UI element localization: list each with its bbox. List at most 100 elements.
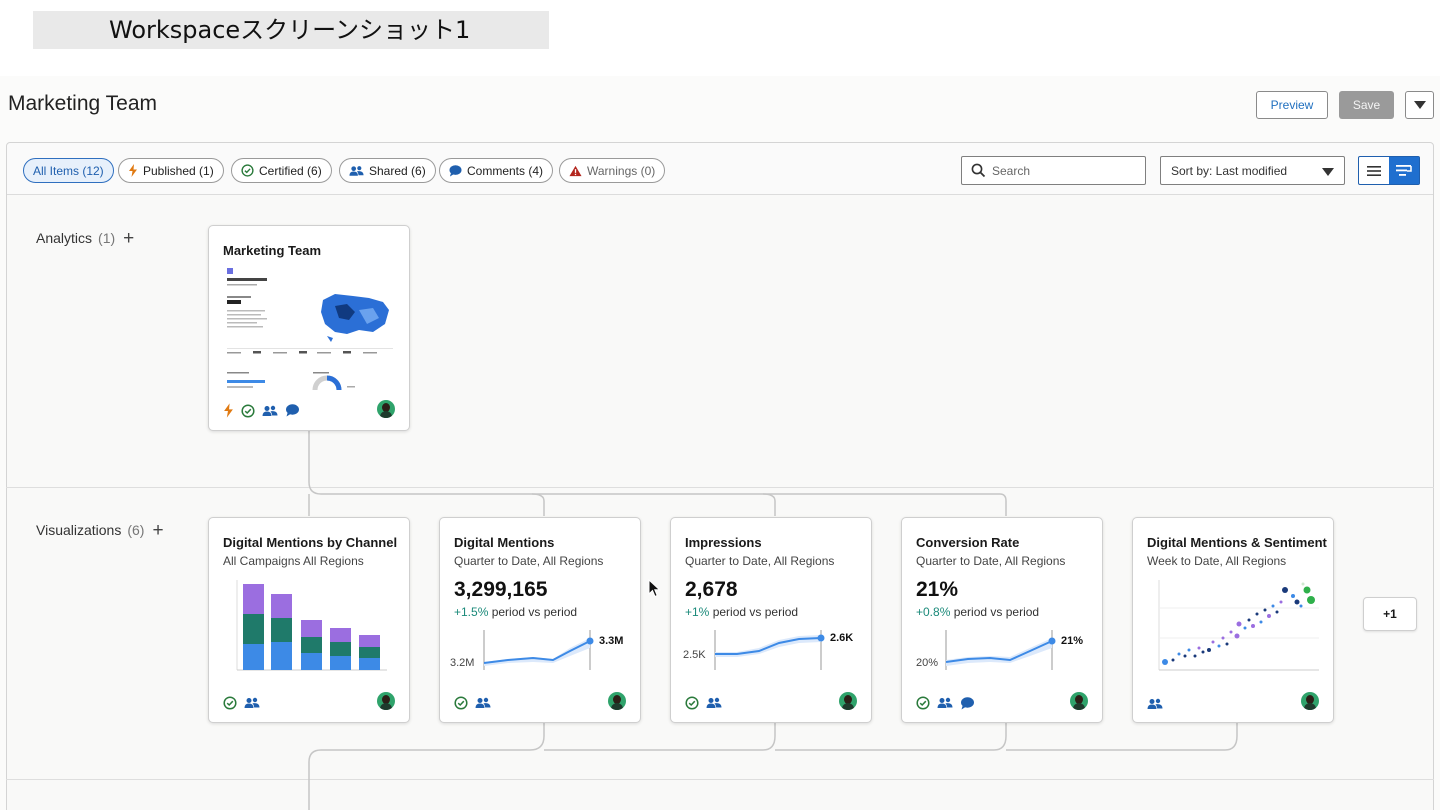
more-options-button[interactable] <box>1405 91 1434 119</box>
avatar <box>377 400 395 418</box>
sparkline-end-label: 21% <box>1061 635 1083 647</box>
card-title: Digital Mentions by Channel <box>223 535 398 550</box>
delta-label: period vs period <box>712 605 799 619</box>
check-circle-icon <box>685 696 699 710</box>
view-toggle <box>1358 156 1420 185</box>
comment-icon <box>286 404 299 417</box>
sort-dropdown[interactable]: Sort by: Last modified <box>1160 156 1345 185</box>
card-title: Marketing Team <box>223 243 322 258</box>
delta-value: +1.5% <box>454 605 489 619</box>
sparkline-start-label: 2.5K <box>683 649 706 661</box>
check-circle-icon <box>454 696 468 710</box>
dashboard-thumbnail <box>227 268 393 391</box>
analytics-card[interactable]: Marketing Team <box>208 225 410 431</box>
users-icon <box>262 405 278 416</box>
filter-warnings[interactable]: Warnings (0) <box>559 158 666 183</box>
users-icon <box>244 697 260 708</box>
save-button[interactable]: Save <box>1339 91 1394 119</box>
sort-value: Sort by: Last modified <box>1171 163 1288 178</box>
viz-card-conversion-rate[interactable]: Conversion Rate Quarter to Date, All Reg… <box>901 517 1103 723</box>
screenshot-caption: Workspaceスクリーンショット1 <box>33 11 549 49</box>
chevron-down-icon <box>1322 168 1334 176</box>
section-divider <box>6 487 1434 488</box>
card-subtitle: Quarter to Date, All Regions <box>916 554 1066 568</box>
users-icon <box>1147 698 1163 709</box>
users-icon <box>937 697 953 708</box>
delta-value: +1% <box>685 605 710 619</box>
card-subtitle: All Campaigns All Regions <box>223 554 364 568</box>
filter-all-items[interactable]: All Items (12) <box>23 158 114 183</box>
mouse-cursor-icon <box>648 579 661 598</box>
card-status-icons <box>223 696 260 710</box>
card-delta: +1% period vs period <box>685 605 798 619</box>
card-title: Digital Mentions <box>454 535 555 550</box>
section-analytics: Analytics (1) + <box>36 228 134 250</box>
workspace-page: Marketing Team Preview Save All Items (1… <box>0 76 1440 810</box>
comment-icon <box>961 696 974 709</box>
lightning-icon <box>224 403 233 418</box>
lineage-view-button[interactable] <box>1389 157 1419 184</box>
preview-button[interactable]: Preview <box>1256 91 1328 119</box>
viz-card-digital-mentions-sentiment[interactable]: Digital Mentions & Sentiment Week to Dat… <box>1132 517 1334 723</box>
card-subtitle: Week to Date, All Regions <box>1147 554 1287 568</box>
comment-icon <box>449 164 462 177</box>
avatar <box>608 692 626 710</box>
delta-label: period vs period <box>953 605 1040 619</box>
users-icon <box>349 165 364 176</box>
filter-label: Published (1) <box>143 163 214 178</box>
card-subtitle: Quarter to Date, All Regions <box>454 554 604 568</box>
card-title: Conversion Rate <box>916 535 1020 550</box>
sparkline-thumbnail: 3.2M 3.3M <box>450 630 623 670</box>
card-delta: +1.5% period vs period <box>454 605 577 619</box>
card-delta: +0.8% period vs period <box>916 605 1039 619</box>
users-icon <box>706 697 722 708</box>
card-status-icons <box>223 403 300 418</box>
card-status-icons <box>454 696 491 710</box>
filter-label: Comments (4) <box>467 163 544 178</box>
section-visualizations: Visualizations (6) + <box>36 520 164 542</box>
filter-label: All Items (12) <box>33 163 104 178</box>
stacked-bar-chart-thumbnail <box>236 580 387 671</box>
filter-shared[interactable]: Shared (6) <box>339 158 436 183</box>
section-visualizations-count: (6) <box>127 522 145 538</box>
add-analytics-button[interactable]: + <box>123 228 134 249</box>
list-view-button[interactable] <box>1359 157 1389 184</box>
card-value: 2,678 <box>685 578 738 601</box>
page-title: Marketing Team <box>8 92 158 115</box>
delta-value: +0.8% <box>916 605 951 619</box>
add-visualization-button[interactable]: + <box>152 520 163 541</box>
filter-comments[interactable]: Comments (4) <box>439 158 554 183</box>
card-status-icons <box>916 696 975 710</box>
avatar <box>1070 692 1088 710</box>
avatar <box>839 692 857 710</box>
list-icon <box>1367 165 1381 176</box>
avatar <box>1301 692 1319 710</box>
viz-card-impressions[interactable]: Impressions Quarter to Date, All Regions… <box>670 517 872 723</box>
chevron-down-icon <box>1413 101 1426 109</box>
filter-label: Certified (6) <box>259 163 322 178</box>
card-title: Impressions <box>685 535 762 550</box>
card-title: Digital Mentions & Sentiment <box>1147 535 1327 550</box>
section-divider <box>6 779 1434 780</box>
sparkline-thumbnail: 2.5K 2.6K <box>683 630 853 670</box>
check-circle-icon <box>241 164 254 177</box>
sparkline-start-label: 3.2M <box>450 657 474 669</box>
card-status-icons <box>685 696 722 710</box>
search-input[interactable]: Search <box>961 156 1146 185</box>
viz-card-digital-mentions-by-channel[interactable]: Digital Mentions by Channel All Campaign… <box>208 517 410 723</box>
filter-published[interactable]: Published (1) <box>118 158 224 183</box>
search-placeholder: Search <box>992 163 1031 178</box>
check-circle-icon <box>916 696 930 710</box>
card-status-icons <box>1147 698 1163 710</box>
sparkline-start-label: 20% <box>916 657 938 669</box>
card-subtitle: Quarter to Date, All Regions <box>685 554 835 568</box>
show-more-button[interactable]: +1 <box>1363 597 1417 631</box>
section-visualizations-label: Visualizations <box>36 522 122 538</box>
viz-card-digital-mentions[interactable]: Digital Mentions Quarter to Date, All Re… <box>439 517 641 723</box>
users-icon <box>475 697 491 708</box>
check-circle-icon <box>223 696 237 710</box>
filter-certified[interactable]: Certified (6) <box>231 158 332 183</box>
lightning-icon <box>129 164 137 177</box>
warning-icon <box>569 165 582 176</box>
sparkline-end-label: 3.3M <box>599 635 623 647</box>
